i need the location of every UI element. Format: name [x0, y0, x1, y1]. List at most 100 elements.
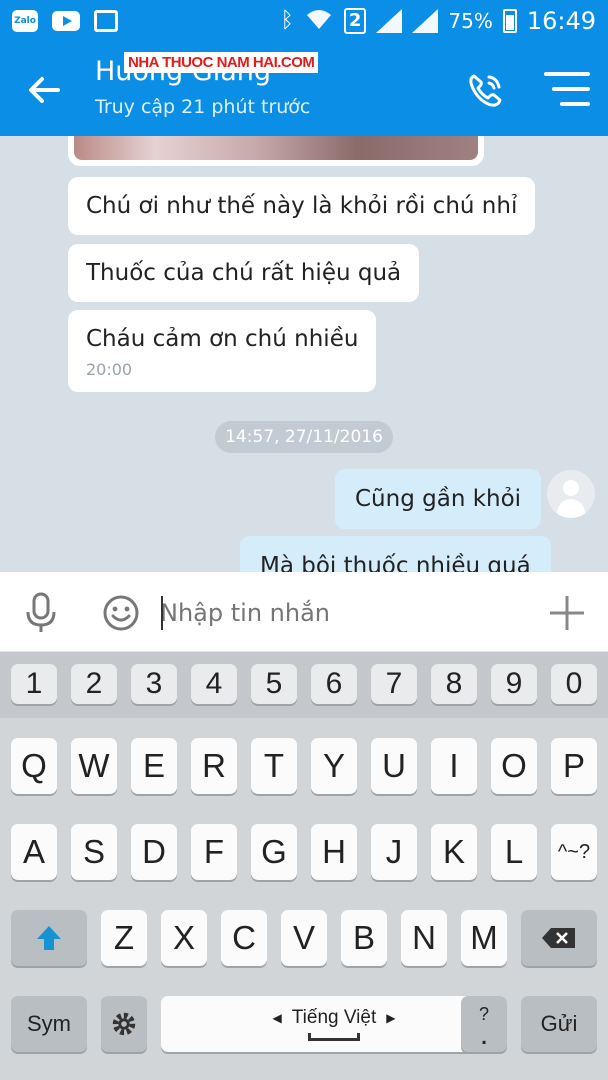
- arrow-left-icon: [29, 77, 60, 103]
- key-7[interactable]: 7: [371, 664, 417, 704]
- key-l[interactable]: L: [491, 824, 537, 880]
- punctuation-key[interactable]: ? .: [461, 996, 507, 1052]
- language-next-icon: ▶: [386, 1011, 396, 1025]
- call-button[interactable]: [464, 68, 508, 112]
- sim-indicator: 2: [343, 8, 367, 34]
- settings-key[interactable]: [101, 996, 147, 1052]
- battery-icon: [502, 9, 517, 33]
- key-4[interactable]: 4: [191, 664, 237, 704]
- key-b[interactable]: B: [341, 910, 387, 966]
- key-q[interactable]: Q: [11, 738, 57, 794]
- microphone-icon: [26, 592, 56, 632]
- bluetooth-icon: ᛒ: [280, 8, 294, 33]
- space-icon: [308, 1033, 360, 1041]
- key-3[interactable]: 3: [131, 664, 177, 704]
- send-key[interactable]: Gửi: [521, 996, 597, 1052]
- key-h[interactable]: H: [311, 824, 357, 880]
- gear-icon: [112, 1012, 136, 1036]
- key-u[interactable]: U: [371, 738, 417, 794]
- smiley-icon: [103, 595, 139, 631]
- key-c[interactable]: C: [221, 910, 267, 966]
- key-j[interactable]: J: [371, 824, 417, 880]
- key-d[interactable]: D: [131, 824, 177, 880]
- message-text: Mà bôi thuốc nhiều quá: [260, 553, 531, 572]
- photo-thumbnail[interactable]: [74, 136, 478, 160]
- key-n[interactable]: N: [401, 910, 447, 966]
- key-p[interactable]: P: [551, 738, 597, 794]
- avatar[interactable]: [547, 470, 595, 518]
- language-label: Tiếng Việt: [291, 1007, 377, 1028]
- outgoing-message[interactable]: Cũng gần khỏi: [335, 469, 542, 529]
- key-2[interactable]: 2: [71, 664, 117, 704]
- key-o[interactable]: O: [491, 738, 537, 794]
- space-key[interactable]: ◀ Tiếng Việt ▶: [161, 996, 507, 1052]
- message-input[interactable]: [160, 592, 520, 634]
- outgoing-message[interactable]: Mà bôi thuốc nhiều quá: [240, 536, 551, 572]
- youtube-icon: [52, 11, 80, 31]
- shift-arrow-icon: [37, 926, 61, 950]
- menu-line: [552, 87, 590, 91]
- text-cursor: [161, 596, 163, 630]
- key-f[interactable]: F: [191, 824, 237, 880]
- menu-line: [544, 72, 590, 76]
- image-message[interactable]: [68, 136, 484, 166]
- key-a[interactable]: A: [11, 824, 57, 880]
- key-6[interactable]: 6: [311, 664, 357, 704]
- incoming-message[interactable]: Chú ơi như thế này là khỏi rồi chú nhỉ: [68, 177, 536, 235]
- watermark: NHA THUOC NAM HAI.COM: [124, 52, 319, 73]
- key-9[interactable]: 9: [491, 664, 537, 704]
- message-text: Thuốc của chú rất hiệu quả: [86, 260, 402, 286]
- message-text: Chú ơi như thế này là khỏi rồi chú nhỉ: [86, 193, 518, 219]
- key-i[interactable]: I: [431, 738, 477, 794]
- back-button[interactable]: [24, 70, 64, 110]
- key-8[interactable]: 8: [431, 664, 477, 704]
- plus-icon: [550, 596, 584, 630]
- key-m[interactable]: M: [461, 910, 507, 966]
- message-input-bar: [0, 572, 608, 652]
- key-e[interactable]: E: [131, 738, 177, 794]
- backspace-icon: [542, 928, 575, 948]
- sym-key[interactable]: Sym: [11, 996, 87, 1052]
- tone-key[interactable]: ^~?: [551, 824, 597, 880]
- key-0[interactable]: 0: [551, 664, 597, 704]
- key-r[interactable]: R: [191, 738, 237, 794]
- key-s[interactable]: S: [71, 824, 117, 880]
- microphone-button[interactable]: [24, 592, 58, 634]
- store-icon: [94, 10, 118, 32]
- wifi-icon: [304, 7, 334, 36]
- key-v[interactable]: V: [281, 910, 327, 966]
- keyboard: 1 2 3 4 5 6 7 8 9 0 Q W E R T Y U I O P …: [0, 652, 608, 1080]
- clock: 16:49: [526, 7, 596, 35]
- menu-line: [560, 102, 590, 106]
- key-x[interactable]: X: [161, 910, 207, 966]
- emoji-button[interactable]: [102, 594, 140, 632]
- menu-button[interactable]: [544, 72, 590, 108]
- date-separator: 14:57, 27/11/2016: [215, 421, 393, 453]
- message-text: Cũng gần khỏi: [355, 486, 522, 512]
- last-seen-status: Truy cập 21 phút trước: [95, 96, 311, 118]
- key-5[interactable]: 5: [251, 664, 297, 704]
- backspace-key[interactable]: [521, 910, 597, 966]
- number-row: 1 2 3 4 5 6 7 8 9 0: [0, 652, 608, 718]
- incoming-message[interactable]: Cháu cảm ơn chú nhiều 20:00: [68, 310, 377, 392]
- dot-label: .: [479, 1017, 489, 1051]
- status-bar: Zalo ᛒ 2 75% 16:49: [0, 0, 608, 42]
- chat-header: Hương Giang NHA THUOC NAM HAI.COM Truy c…: [0, 42, 608, 136]
- language-prev-icon: ◀: [272, 1011, 282, 1025]
- incoming-message[interactable]: Thuốc của chú rất hiệu quả: [68, 244, 420, 302]
- key-k[interactable]: K: [431, 824, 477, 880]
- key-g[interactable]: G: [251, 824, 297, 880]
- key-1[interactable]: 1: [11, 664, 57, 704]
- zalo-icon: Zalo: [12, 10, 38, 32]
- chat-area[interactable]: Chú ơi như thế này là khỏi rồi chú nhỉ T…: [0, 136, 608, 572]
- key-w[interactable]: W: [71, 738, 117, 794]
- signal-icon: [376, 9, 403, 33]
- add-attachment-button[interactable]: [548, 594, 586, 632]
- signal-2-icon: [412, 9, 439, 33]
- shift-key[interactable]: [11, 910, 87, 966]
- key-y[interactable]: Y: [311, 738, 357, 794]
- phone-icon: [469, 74, 502, 107]
- key-z[interactable]: Z: [101, 910, 147, 966]
- battery-percent: 75%: [448, 9, 493, 33]
- key-t[interactable]: T: [251, 738, 297, 794]
